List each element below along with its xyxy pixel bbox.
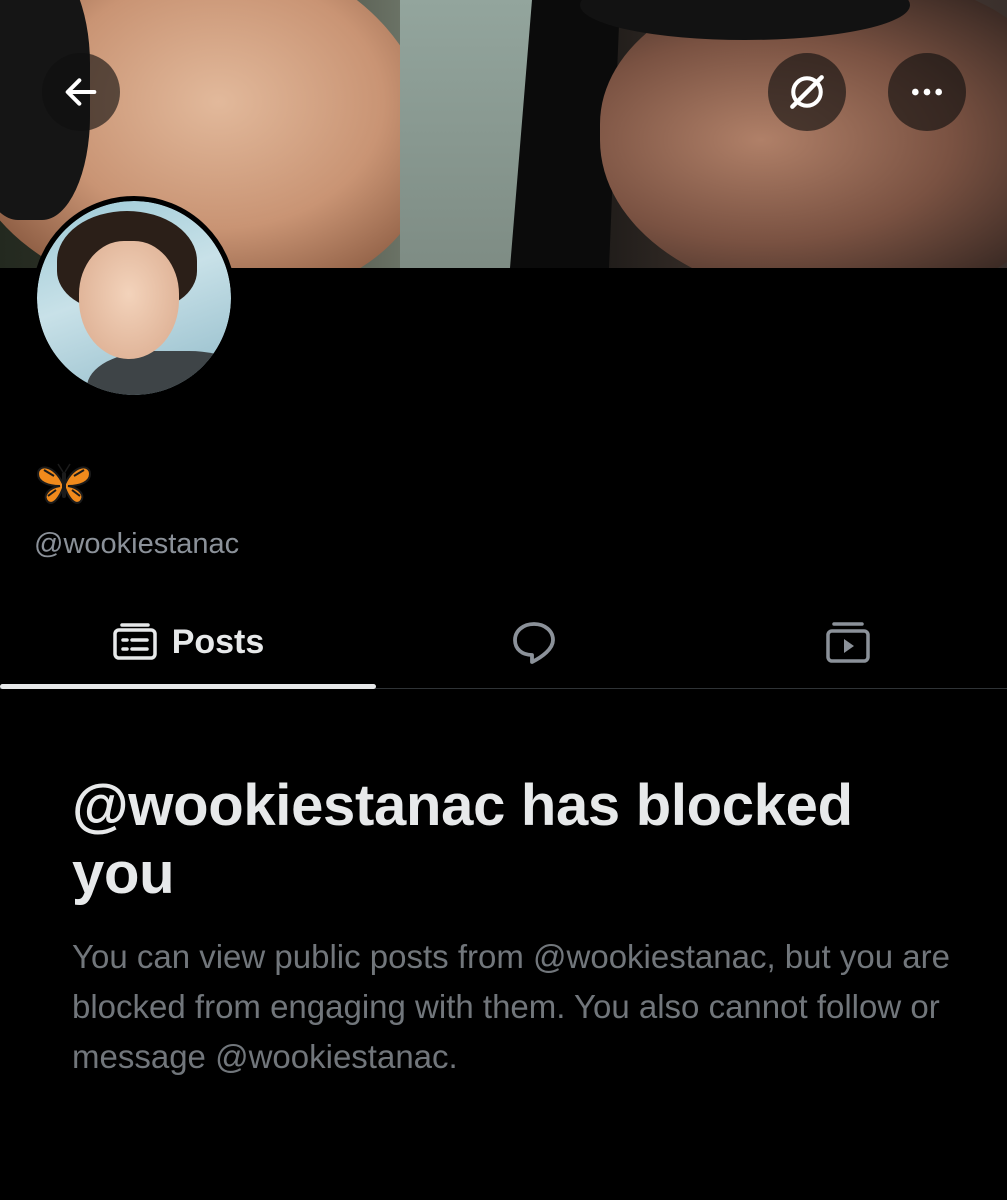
tab-media[interactable] bbox=[660, 596, 1007, 688]
profile-tabs: Posts bbox=[0, 596, 1007, 689]
tab-selected-indicator bbox=[0, 684, 376, 689]
avatar-face bbox=[79, 241, 179, 359]
grok-icon bbox=[790, 75, 824, 109]
tab-posts[interactable]: Posts bbox=[0, 596, 376, 688]
avatar-image bbox=[37, 201, 231, 395]
back-button[interactable] bbox=[42, 53, 120, 131]
more-horizontal-icon bbox=[912, 88, 942, 96]
avatar-shirt bbox=[87, 351, 231, 395]
posts-icon bbox=[112, 623, 157, 660]
avatar[interactable] bbox=[32, 196, 236, 400]
grok-button[interactable] bbox=[768, 53, 846, 131]
tab-posts-label: Posts bbox=[171, 622, 265, 661]
profile-handle: @wookiestanac bbox=[34, 528, 240, 560]
blocked-title: @wookiestanac has blocked you bbox=[72, 773, 853, 906]
blocked-description: You can view public posts from @wookiest… bbox=[72, 938, 950, 1075]
media-play-icon bbox=[826, 622, 870, 663]
banner-face-right bbox=[600, 0, 1007, 268]
reply-bubble-icon bbox=[513, 622, 555, 664]
arrow-left-icon bbox=[65, 78, 97, 106]
more-button[interactable] bbox=[888, 53, 966, 131]
butterfly-emoji bbox=[36, 463, 92, 504]
